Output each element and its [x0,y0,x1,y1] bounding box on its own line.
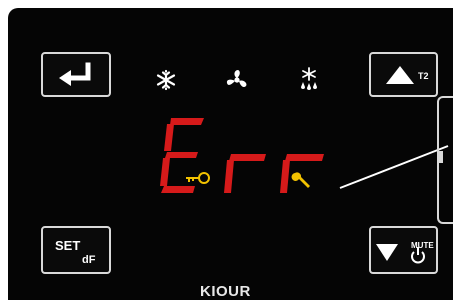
power-icon [411,247,425,264]
controller-panel: T2 SET dF MUTE KIOUR [8,8,453,300]
pointer-line [339,145,449,189]
t2-label: T2 [418,71,429,81]
df-label: dF [82,254,96,266]
key-icon [186,172,210,184]
set-df-button[interactable]: SET dF [41,226,111,274]
snowflake-icon [156,69,176,91]
enter-button[interactable] [41,52,111,97]
up-t2-button[interactable]: T2 [369,52,438,97]
defrost-icon [301,67,317,90]
set-label: SET [55,238,81,253]
fan-icon [226,70,247,88]
wrench-icon [291,172,310,188]
down-mute-button[interactable]: MUTE [369,226,438,274]
brand-logo: KIOUR [200,283,251,300]
side-bracket-mark [439,151,443,163]
enter-arrow-icon [59,62,91,86]
